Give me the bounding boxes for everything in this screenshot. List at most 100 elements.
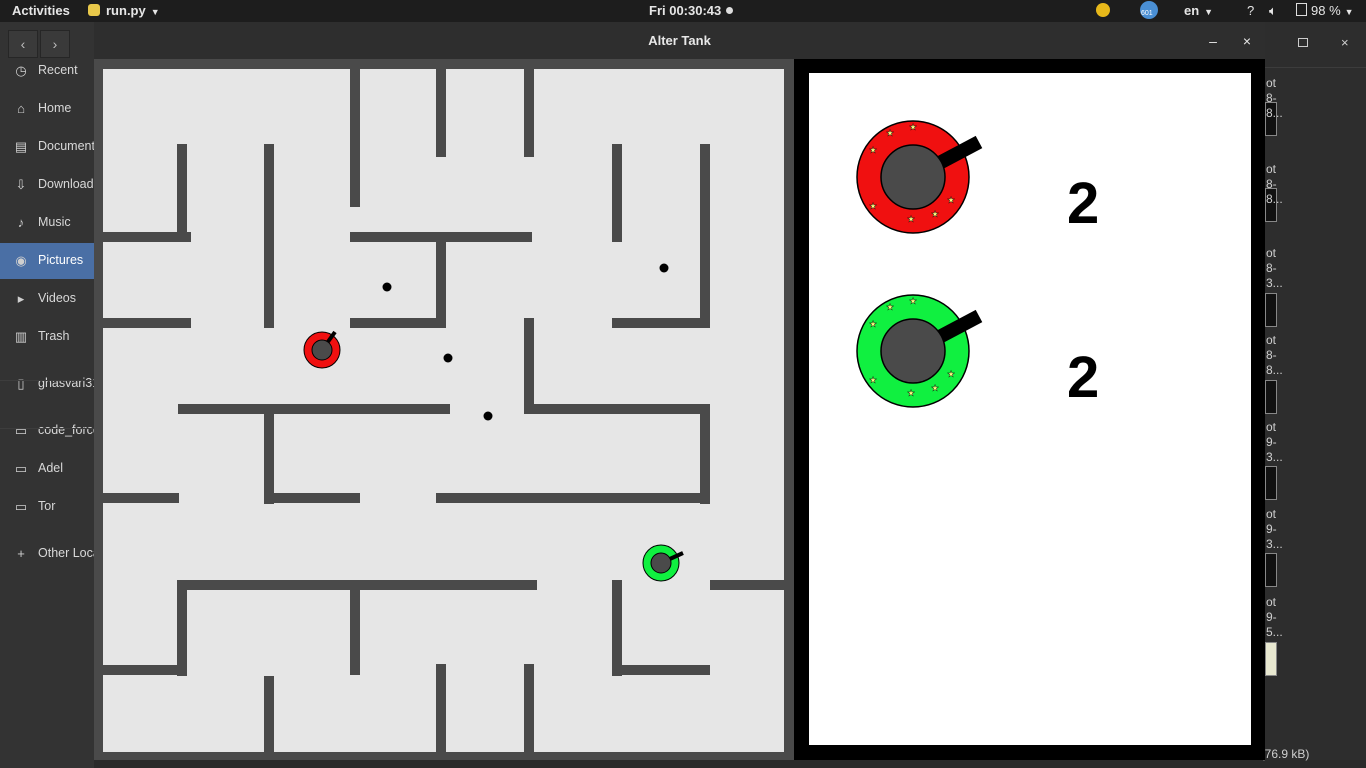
camera-icon: ◉ [15, 253, 27, 268]
volume-icon[interactable]: 🔈︎ [1269, 3, 1277, 19]
maximize-icon[interactable] [1298, 38, 1308, 47]
notification-icon[interactable]: 601 [1140, 1, 1158, 22]
sidebar-item-home[interactable]: ⌂ Home [0, 91, 94, 127]
maze-board[interactable] [94, 59, 794, 760]
svg-text:★: ★ [947, 195, 955, 205]
sidebar-item-label: Pictures [38, 253, 84, 267]
sidebar-item-label: Tor [38, 499, 56, 513]
forward-button[interactable]: › [40, 30, 70, 58]
sidebar-item-label: Trash [38, 329, 70, 343]
plus-icon: + [17, 546, 25, 561]
language-menu[interactable]: en ▼ [1184, 3, 1213, 18]
minimize-button[interactable]: – [1203, 31, 1223, 51]
sidebar-item-tor[interactable]: ▭ Tor [0, 489, 94, 525]
maze-wall [612, 580, 622, 676]
sidebar-item-documents[interactable]: ▤ Documents [0, 129, 94, 165]
file-thumbnail[interactable] [1265, 380, 1277, 414]
maze-wall [524, 664, 534, 752]
sidebar-item-recent[interactable]: ◷ Recent [0, 53, 94, 89]
sidebar-item-label: Recent [38, 63, 78, 77]
sidebar-item-downloads[interactable]: ⇩ Downloads [0, 167, 94, 203]
clock-icon: ◷ [15, 63, 27, 78]
maze-wall [436, 493, 710, 503]
svg-text:★: ★ [907, 214, 915, 224]
svg-text:★: ★ [947, 369, 955, 379]
trash-icon: ▥ [14, 329, 28, 344]
svg-text:★: ★ [909, 122, 917, 132]
score-tank-icon: ★ ★ ★ ★ ★ ★ ★ [856, 294, 983, 408]
sidebar-item-pictures[interactable]: ◉ Pictures [0, 243, 94, 279]
maze-wall [524, 318, 534, 407]
svg-text:★: ★ [886, 302, 894, 312]
maze-wall [350, 318, 446, 328]
maze-wall [264, 144, 274, 328]
file-thumbnail[interactable] [1265, 642, 1277, 676]
file-name: ot 8- 8... [1266, 162, 1283, 206]
svg-text:★: ★ [869, 375, 877, 385]
file-thumbnail[interactable] [1265, 466, 1277, 500]
battery-label: 98 % [1311, 3, 1341, 18]
svg-text:★: ★ [869, 201, 877, 211]
chevron-down-icon: ▼ [1344, 7, 1354, 17]
bullet [382, 282, 392, 292]
maze-wall [612, 318, 708, 328]
maze-wall [612, 665, 710, 675]
score-row-red: ★ ★ ★ ★ ★ ★ ★ 2 [809, 119, 1251, 239]
sidebar-item-music[interactable]: ♪ Music [0, 205, 94, 241]
bullet [659, 263, 669, 273]
sidebar-item-ghasvari31[interactable]: ▯ ghasvari31 [0, 366, 94, 402]
language-label: en [1184, 3, 1200, 18]
score-tank-icon: ★ ★ ★ ★ ★ ★ ★ [856, 120, 983, 234]
update-icon[interactable] [1096, 3, 1110, 20]
score-value: 2 [1067, 171, 1100, 236]
top-bar: Activities run.py ▼ Fri 00:30:43 601 en ▼ … [0, 0, 1366, 22]
sidebar-item-trash[interactable]: ▥ Trash [0, 319, 94, 355]
svg-text:★: ★ [886, 128, 894, 138]
maze-wall [700, 404, 710, 504]
back-button[interactable]: ‹ [8, 30, 38, 58]
score-panel: ★ ★ ★ ★ ★ ★ ★ 2 ★ ★ ★ ★ ★ ★ ★ 2 [809, 73, 1251, 745]
score-value: 2 [1067, 345, 1100, 410]
maze-wall [524, 69, 534, 157]
battery-indicator[interactable]: 98 % ▼ [1296, 3, 1354, 18]
maze-wall [178, 404, 450, 414]
file-thumbnail[interactable] [1265, 553, 1277, 587]
maze-wall [103, 232, 191, 242]
folder-icon: ▭ [14, 461, 28, 476]
clock[interactable]: Fri 00:30:43 [649, 3, 734, 18]
game-canvas[interactable]: ★ ★ ★ ★ ★ ★ ★ 2 ★ ★ ★ ★ ★ ★ ★ 2 [94, 59, 1265, 760]
divider [1265, 67, 1366, 68]
files-background-view: × ot 8- 8... ot 8- 8... ot 8- 3... ot 8- 8.… [1265, 22, 1366, 768]
close-button[interactable]: × [1237, 31, 1257, 51]
video-icon: ▸ [17, 291, 25, 306]
file-thumbnail[interactable] [1265, 293, 1277, 327]
maze-wall [103, 493, 179, 503]
svg-text:★: ★ [931, 383, 939, 393]
sidebar-item-code-forces[interactable]: ▭ code_forces [0, 413, 94, 449]
file-name: ot 8- 3... [1266, 246, 1283, 290]
battery-icon [1296, 3, 1307, 16]
sidebar-item-other-locations[interactable]: + Other Locations [0, 536, 94, 572]
sidebar-item-label: code_forces [38, 423, 94, 437]
help-icon[interactable]: ? [1247, 3, 1254, 18]
maze-wall [436, 239, 446, 328]
home-icon: ⌂ [17, 101, 25, 116]
app-name: run.py [106, 3, 146, 18]
svg-text:★: ★ [931, 209, 939, 219]
maze-wall [264, 404, 274, 504]
dot-icon [726, 7, 734, 14]
file-name: ot 8- 8... [1266, 76, 1283, 120]
python-icon [88, 4, 100, 16]
sidebar-item-label: Home [38, 101, 72, 115]
folder-icon: ▭ [14, 499, 28, 514]
score-row-green: ★ ★ ★ ★ ★ ★ ★ 2 [809, 293, 1251, 413]
close-icon[interactable]: × [1341, 35, 1349, 50]
sidebar-item-videos[interactable]: ▸ Videos [0, 281, 94, 317]
maze-wall [177, 144, 187, 242]
app-menu[interactable]: run.py ▼ [88, 3, 160, 18]
maze-wall [264, 676, 274, 752]
svg-text:★: ★ [909, 296, 917, 306]
sidebar-item-adel[interactable]: ▭ Adel [0, 451, 94, 487]
activities-button[interactable]: Activities [12, 3, 70, 18]
bullet [443, 353, 453, 363]
